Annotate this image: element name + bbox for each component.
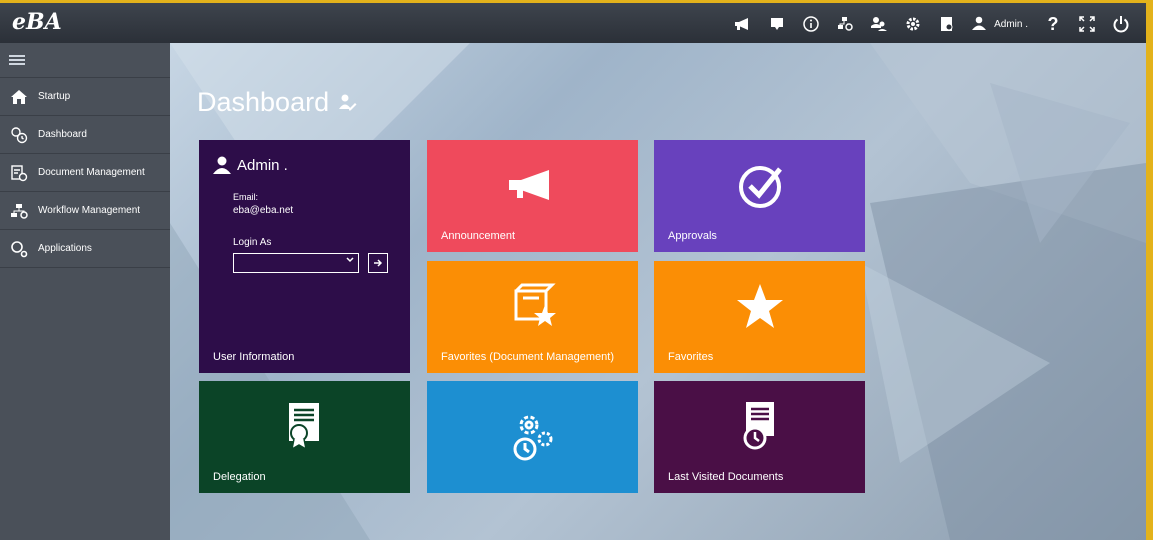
sidebar-item-dashboard[interactable]: Dashboard <box>0 116 170 154</box>
document-clock-icon <box>743 402 774 450</box>
sidebar-item-startup[interactable]: Startup <box>0 78 170 116</box>
arrow-right-icon <box>374 259 383 267</box>
workflow-icon[interactable] <box>828 7 862 41</box>
tile-label: Announcement <box>441 230 515 242</box>
document-icon[interactable] <box>930 7 964 41</box>
document-star-icon <box>514 283 556 326</box>
workflow-tile[interactable] <box>427 381 638 493</box>
user-name: Admin . <box>994 18 1028 30</box>
megaphone-icon <box>508 170 549 200</box>
announcement-tile[interactable]: Announcement <box>427 140 638 252</box>
info-icon[interactable] <box>794 7 828 41</box>
login-as-button[interactable] <box>368 253 388 273</box>
top-toolbar: Admin . ? <box>726 6 1138 42</box>
tile-icon-wrap <box>654 381 865 471</box>
sidebar-item-document-management[interactable]: Document Management <box>0 154 170 192</box>
tile-icon-wrap <box>427 261 638 351</box>
document-management-icon <box>10 164 28 182</box>
tile-label: Favorites <box>668 351 714 363</box>
home-icon <box>10 88 28 106</box>
top-bar: eBA Admin . ? <box>0 0 1146 43</box>
sidebar-item-applications[interactable]: Applications <box>0 230 170 268</box>
tile-label: Favorites (Document Management) <box>441 351 615 363</box>
sidebar-item-label: Workflow Management <box>38 205 141 216</box>
page-title: Dashboard <box>197 87 357 118</box>
user-card-name: Admin . <box>213 156 288 174</box>
main-content: Dashboard Admin . Email: eba@eba.net Log… <box>170 43 1146 540</box>
user-card-name-text: Admin . <box>237 156 288 174</box>
sidebar-item-workflow-management[interactable]: Workflow Management <box>0 192 170 230</box>
tile-icon-wrap <box>427 140 638 230</box>
message-icon[interactable] <box>760 7 794 41</box>
tile-label: Delegation <box>213 471 266 483</box>
tile-label: Last Visited Documents <box>668 471 784 483</box>
hamburger-icon <box>9 55 25 65</box>
check-circle-icon <box>738 166 782 208</box>
sidebar-item-label: Document Management <box>38 167 145 178</box>
fullscreen-icon[interactable] <box>1070 7 1104 41</box>
page-title-text: Dashboard <box>197 87 330 117</box>
user-menu[interactable]: Admin . <box>964 7 1036 41</box>
edit-dashboard-icon[interactable] <box>339 87 357 118</box>
tile-label: User Information <box>213 351 295 363</box>
chevron-down-icon <box>346 256 354 267</box>
user-info-tile: Admin . Email: eba@eba.net Login As User… <box>199 140 410 373</box>
favorites-tile[interactable]: Favorites <box>654 261 865 373</box>
login-as-label: Login As <box>233 237 272 248</box>
star-icon <box>736 284 783 328</box>
app-logo[interactable]: eBA <box>12 9 62 35</box>
menu-toggle[interactable] <box>0 43 170 78</box>
user-icon <box>213 156 231 174</box>
gear-icon[interactable] <box>896 7 930 41</box>
email-value: eba@eba.net <box>233 205 294 216</box>
sidebar-item-label: Startup <box>38 91 71 102</box>
workflow-management-icon <box>10 202 28 220</box>
sidebar-item-label: Dashboard <box>38 129 87 140</box>
last-visited-documents-tile[interactable]: Last Visited Documents <box>654 381 865 493</box>
favorites-document-management-tile[interactable]: Favorites (Document Management) <box>427 261 638 373</box>
users-icon[interactable] <box>862 7 896 41</box>
tile-label: Approvals <box>668 230 717 242</box>
approvals-tile[interactable]: Approvals <box>654 140 865 252</box>
megaphone-icon[interactable] <box>726 7 760 41</box>
power-icon[interactable] <box>1104 7 1138 41</box>
tile-icon-wrap <box>427 381 638 493</box>
login-as-select[interactable] <box>233 253 359 273</box>
certificate-icon <box>288 403 319 451</box>
delegation-tile[interactable]: Delegation <box>199 381 410 493</box>
help-icon[interactable]: ? <box>1036 7 1070 41</box>
sidebar: Startup Dashboard Document Management Wo… <box>0 43 170 540</box>
gears-clock-icon <box>513 415 552 461</box>
applications-icon <box>10 240 28 258</box>
tile-icon-wrap <box>199 381 410 471</box>
tile-icon-wrap <box>654 261 865 351</box>
user-icon <box>972 16 987 33</box>
tile-icon-wrap <box>654 140 865 230</box>
dashboard-icon <box>10 126 28 144</box>
email-label: Email: <box>233 192 259 202</box>
app-window: eBA Admin . ? Startup Dashboard Document… <box>0 0 1146 540</box>
sidebar-item-label: Applications <box>38 243 92 254</box>
